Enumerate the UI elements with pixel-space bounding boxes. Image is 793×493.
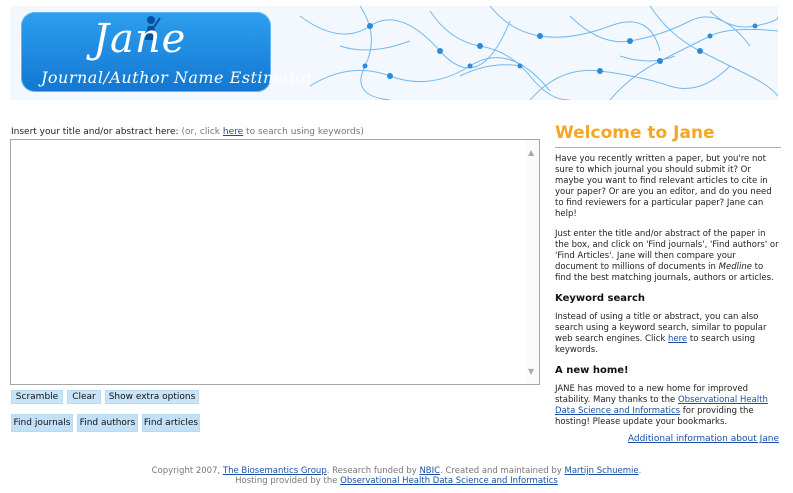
header-banner: Jane Journal/Author Name Estimator	[10, 6, 778, 100]
footer-ohdsi-link[interactable]: Observational Health Data Science and In…	[340, 476, 558, 486]
welcome-sidebar: Welcome to Jane Have you recently writte…	[555, 122, 781, 444]
keyword-here-link[interactable]: here	[668, 334, 687, 344]
maintainer-link[interactable]: Martijn Schuemie	[565, 466, 639, 476]
input-label: Insert your title and/or abstract here: …	[11, 127, 364, 137]
keyword-hint-prefix: (or, click	[181, 127, 221, 137]
scroll-up-icon[interactable]: ▲	[528, 148, 534, 157]
footer-period: .	[638, 466, 642, 476]
welcome-title: Welcome to Jane	[555, 123, 715, 143]
footer-hosting-text: Hosting provided by the	[235, 476, 338, 486]
jane-logo[interactable]: Jane Journal/Author Name Estimator	[21, 12, 313, 92]
keyword-search-paragraph: Instead of using a title or abstract, yo…	[555, 312, 781, 356]
logo-wordmark: Jane	[93, 16, 187, 62]
keyword-search-link[interactable]: here	[223, 127, 243, 137]
find-authors-button[interactable]: Find authors	[77, 414, 138, 432]
scroll-down-icon[interactable]: ▼	[528, 367, 534, 376]
new-home-heading: A new home!	[555, 365, 629, 376]
footer: Copyright 2007, The Biosemantics Group. …	[0, 466, 793, 486]
find-journals-button[interactable]: Find journals	[11, 414, 73, 432]
footer-copyright-text: Copyright 2007,	[151, 466, 221, 476]
more-info-row: Additional information about Jane	[555, 434, 779, 444]
footer-line-2: Hosting provided by the Observational He…	[0, 476, 793, 486]
new-home-paragraph: JANE has moved to a new home for improve…	[555, 384, 781, 428]
footer-maintained-text: . Created and maintained by	[440, 466, 562, 476]
title-divider	[555, 147, 781, 148]
scramble-button[interactable]: Scramble	[11, 390, 63, 404]
abstract-textarea[interactable]: ▲ ▼	[10, 139, 540, 385]
keyword-search-heading: Keyword search	[555, 293, 646, 304]
keyword-hint-suffix: to search using keywords)	[246, 127, 364, 137]
footer-line-1: Copyright 2007, The Biosemantics Group. …	[0, 466, 793, 476]
find-articles-button[interactable]: Find articles	[142, 414, 200, 432]
show-extra-options-button[interactable]: Show extra options	[105, 390, 199, 404]
intro-paragraph: Have you recently written a paper, but y…	[555, 154, 772, 219]
textarea-scrollbar[interactable]: ▲ ▼	[525, 140, 539, 384]
how-to-paragraph: Just enter the title and/or abstract of …	[555, 229, 781, 284]
biosemantics-link[interactable]: The Biosemantics Group	[223, 466, 327, 476]
clear-button[interactable]: Clear	[67, 390, 101, 404]
additional-info-link[interactable]: Additional information about Jane	[628, 434, 779, 444]
logo-subtitle: Journal/Author Name Estimator	[41, 68, 314, 87]
nbic-link[interactable]: NBIC	[419, 466, 440, 476]
medline-text: Medline	[718, 262, 752, 272]
footer-funded-text: . Research funded by	[326, 466, 417, 476]
input-label-text: Insert your title and/or abstract here:	[11, 127, 179, 137]
